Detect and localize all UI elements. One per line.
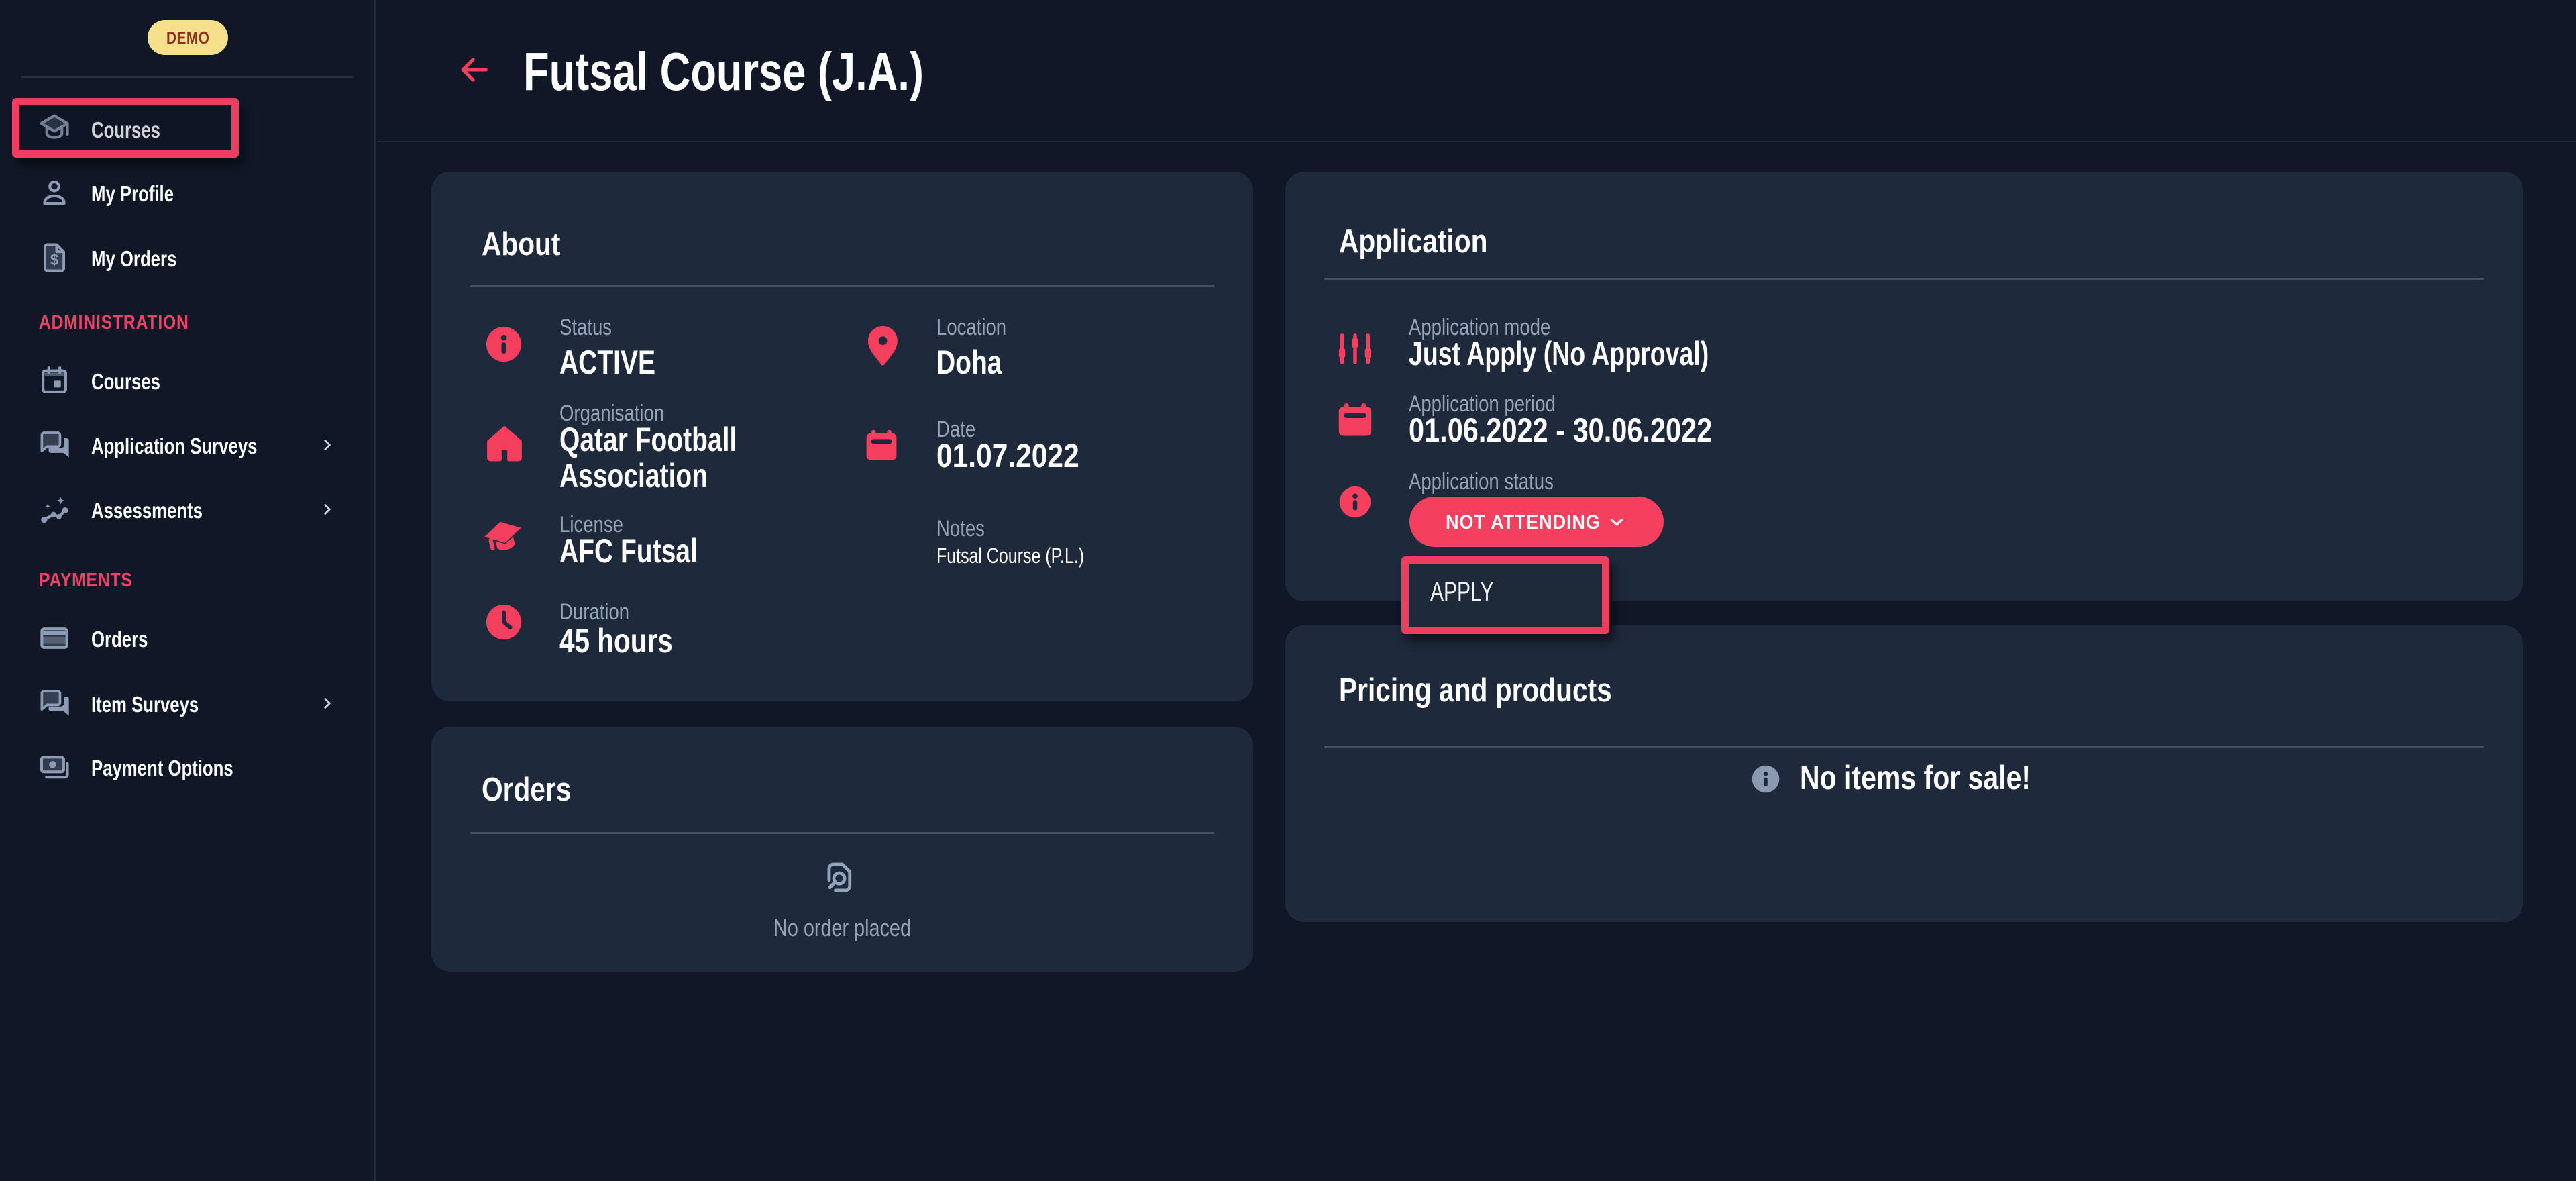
svg-text:$: $ [50, 251, 59, 268]
